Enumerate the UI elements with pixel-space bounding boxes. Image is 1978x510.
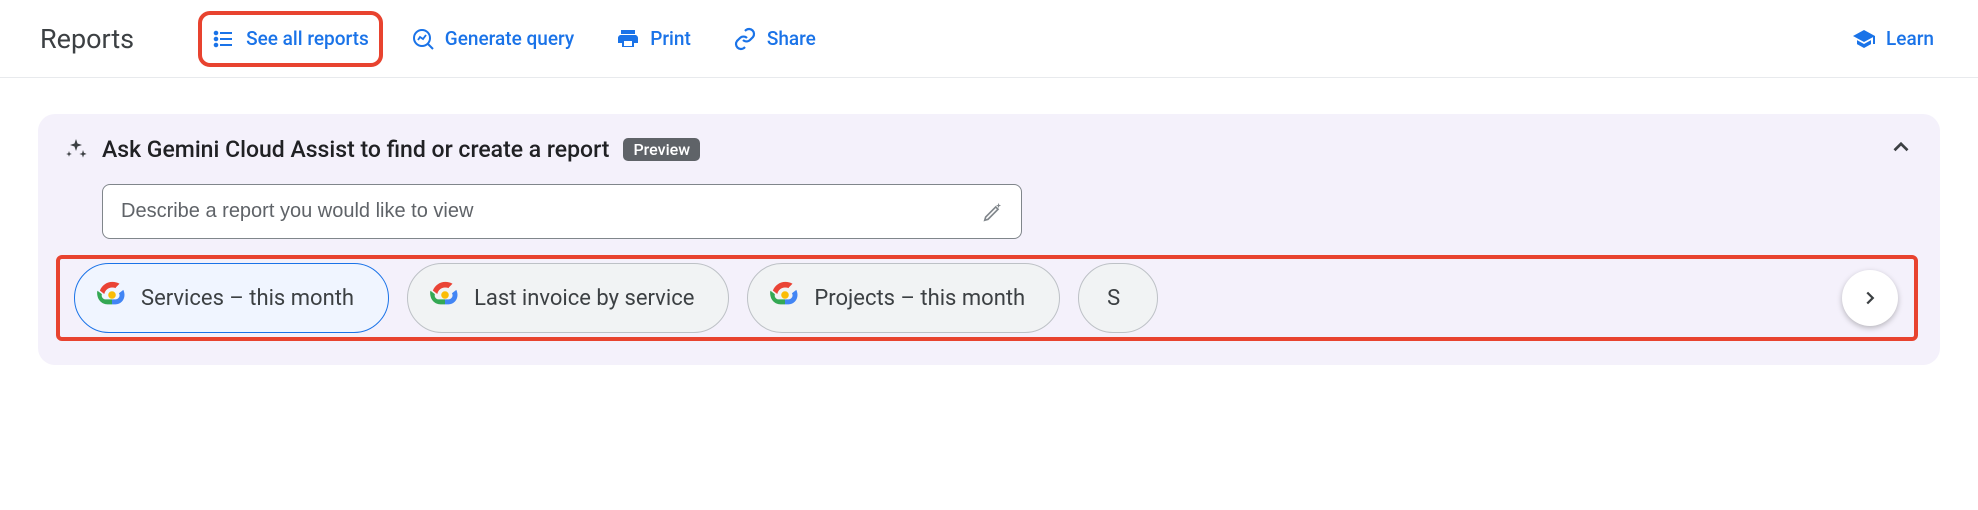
page-title: Reports (40, 23, 134, 55)
generate-query-link[interactable]: Generate query (407, 21, 578, 57)
learn-icon (1852, 27, 1876, 51)
generate-query-label: Generate query (445, 27, 574, 50)
see-all-reports-label: See all reports (246, 27, 369, 50)
chip-label: Last invoice by service (474, 286, 694, 311)
gemini-assist-panel: Ask Gemini Cloud Assist to find or creat… (38, 114, 1940, 365)
query-stats-icon (411, 27, 435, 51)
chip-services-this-month[interactable]: Services – this month (74, 263, 389, 333)
scroll-right-button[interactable] (1842, 270, 1898, 326)
preview-badge: Preview (623, 138, 700, 161)
learn-label: Learn (1886, 27, 1934, 50)
chip-label: Services – this month (141, 286, 354, 311)
see-all-reports-link[interactable]: See all reports (208, 21, 373, 57)
chip-label: Projects – this month (814, 286, 1025, 311)
chip-overflow-initial: S (1107, 286, 1120, 311)
report-search-input[interactable] (119, 199, 981, 224)
share-link[interactable]: Share (729, 21, 820, 57)
panel-header: Ask Gemini Cloud Assist to find or creat… (64, 134, 1914, 164)
chip-overflow[interactable]: S (1078, 263, 1158, 333)
print-icon (616, 27, 640, 51)
report-search-box[interactable] (102, 184, 1022, 239)
suggestion-chips-zone: Services – this month Last invoice by se… (60, 259, 1914, 337)
share-label: Share (767, 27, 816, 50)
top-header: Reports See all reports Generate query (0, 0, 1978, 78)
panel-title: Ask Gemini Cloud Assist to find or creat… (102, 136, 609, 163)
chip-projects-this-month[interactable]: Projects – this month (747, 263, 1060, 333)
cloud-logo-icon (97, 280, 127, 316)
collapse-button[interactable] (1888, 134, 1914, 164)
chevron-up-icon (1888, 134, 1914, 160)
magic-pencil-icon (981, 200, 1005, 224)
chevron-right-icon (1859, 287, 1881, 309)
chip-last-invoice-by-service[interactable]: Last invoice by service (407, 263, 729, 333)
print-link[interactable]: Print (612, 21, 695, 57)
learn-link[interactable]: Learn (1848, 21, 1938, 57)
cloud-logo-icon (770, 280, 800, 316)
cloud-logo-icon (430, 280, 460, 316)
list-icon (212, 27, 236, 51)
sparkle-icon (64, 137, 88, 161)
suggestion-chips-row: Services – this month Last invoice by se… (74, 263, 1910, 333)
print-label: Print (650, 27, 691, 50)
link-icon (733, 27, 757, 51)
